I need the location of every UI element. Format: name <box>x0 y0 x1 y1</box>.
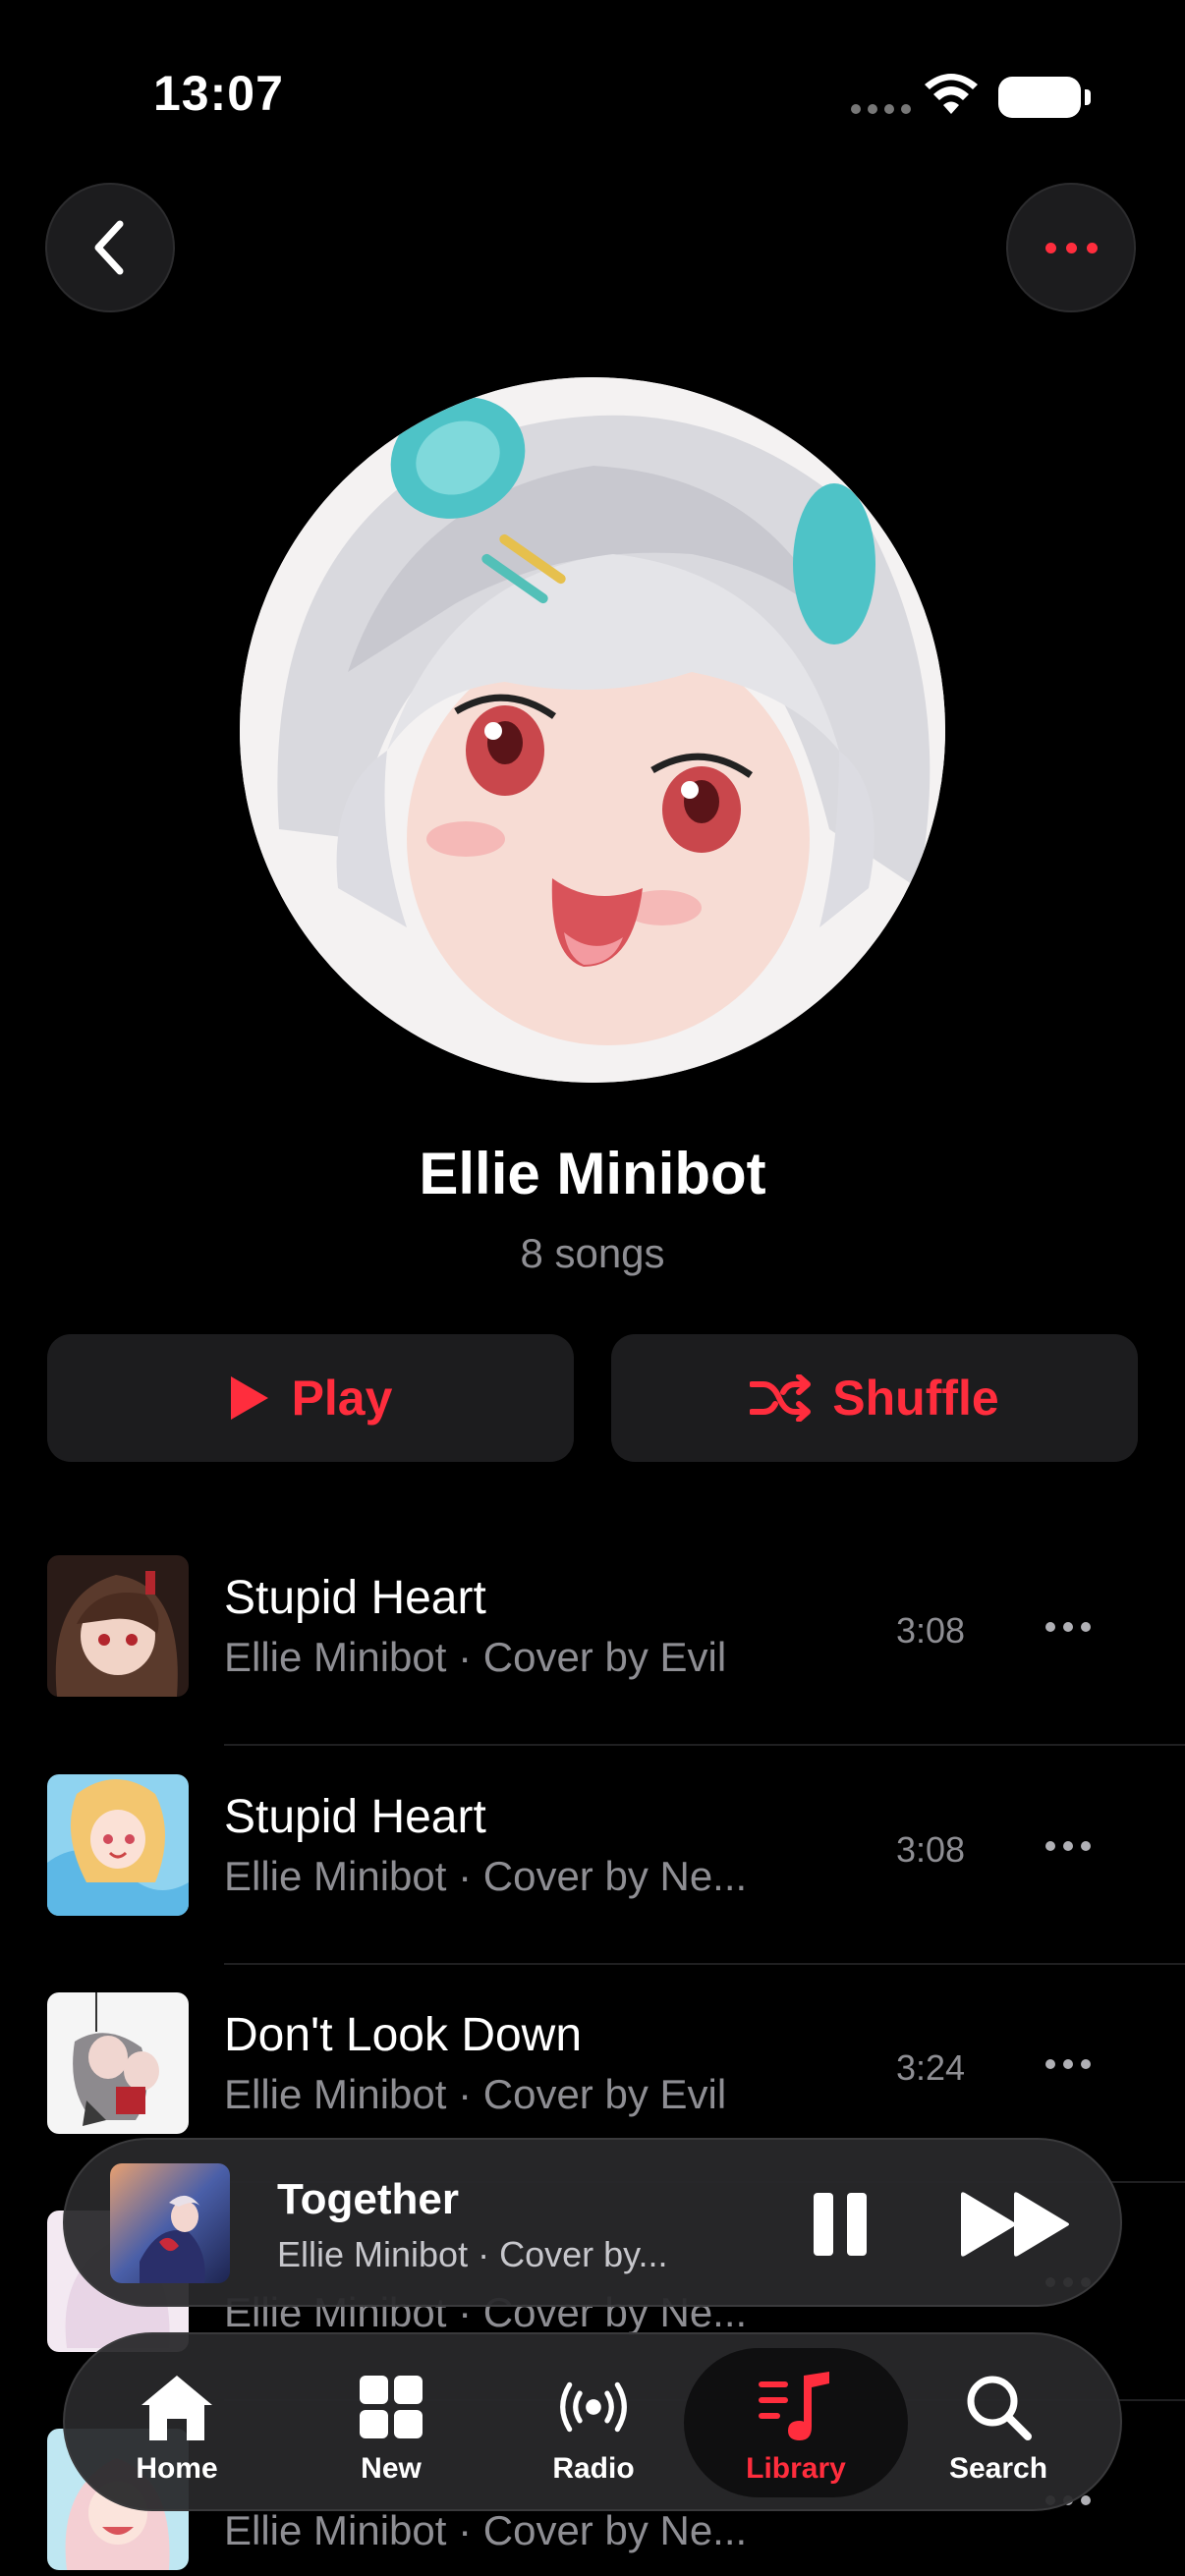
battery-icon <box>998 77 1091 118</box>
song-title: Stupid Heart <box>224 1572 486 1624</box>
tab-radio[interactable]: Radio <box>495 2348 692 2497</box>
song-more-button[interactable] <box>1045 1841 1091 1851</box>
status-bar: 13:07 <box>0 0 1185 187</box>
radio-icon <box>554 2372 633 2442</box>
home-icon <box>138 2372 216 2442</box>
now-playing-bar[interactable]: Together Ellie Minibot · Cover by... <box>63 2138 1122 2307</box>
more-options-button[interactable] <box>1006 183 1136 312</box>
play-button[interactable]: Play <box>47 1334 574 1462</box>
shuffle-button[interactable]: Shuffle <box>611 1334 1138 1462</box>
now-playing-subtitle: Ellie Minibot · Cover by... <box>277 2234 668 2274</box>
divider <box>224 1744 1185 1746</box>
chevron-left-icon <box>94 220 124 275</box>
tab-label: Radio <box>552 2452 635 2485</box>
search-icon <box>959 2372 1038 2442</box>
song-artwork <box>47 1774 189 1916</box>
song-duration: 3:08 <box>896 1829 966 1870</box>
tab-new[interactable]: New <box>293 2348 489 2497</box>
cellular-signal-icon <box>851 104 911 114</box>
grid-icon <box>352 2372 430 2442</box>
song-title: Stupid Heart <box>224 1791 486 1843</box>
pause-button[interactable] <box>804 2187 878 2262</box>
tab-library[interactable]: Library <box>684 2348 908 2497</box>
tab-home[interactable]: Home <box>79 2348 275 2497</box>
tab-label: New <box>361 2452 422 2485</box>
shuffle-icon <box>750 1374 812 1422</box>
tab-search[interactable]: Search <box>900 2348 1097 2497</box>
forward-button[interactable] <box>957 2189 1075 2260</box>
song-duration: 3:24 <box>896 2047 966 2088</box>
song-artwork <box>47 1555 189 1697</box>
shuffle-label: Shuffle <box>832 1371 999 1426</box>
song-count: 8 songs <box>520 1230 665 1276</box>
song-row[interactable]: Stupid Heart Ellie Minibot · Cover by Ne… <box>0 1747 1185 1965</box>
song-more-button[interactable] <box>1045 1622 1091 1632</box>
song-duration: 3:08 <box>896 1610 966 1651</box>
back-button[interactable] <box>45 183 175 312</box>
tab-label: Search <box>948 2452 1048 2485</box>
now-playing-title: Together <box>277 2175 459 2223</box>
status-time: 13:07 <box>153 66 284 121</box>
play-label: Play <box>291 1371 393 1426</box>
song-subtitle: Ellie Minibot · Cover by Ne... <box>224 1853 748 1899</box>
song-subtitle: Ellie Minibot · Cover by Evil <box>224 1634 727 1680</box>
artist-avatar <box>240 377 945 1083</box>
play-icon <box>230 1376 268 1420</box>
ellipsis-icon <box>1044 242 1098 253</box>
artist-name: Ellie Minibot <box>419 1141 766 1206</box>
song-row[interactable]: Stupid Heart Ellie Minibot · Cover by Ev… <box>0 1528 1185 1746</box>
song-artwork <box>47 1992 189 2134</box>
now-playing-artwork <box>110 2163 230 2283</box>
pause-icon <box>814 2193 833 2256</box>
music-note-icon <box>757 2372 835 2442</box>
tab-bar: Home New Radio Library Search <box>63 2332 1122 2511</box>
tab-label: Library <box>746 2452 846 2485</box>
song-subtitle: Ellie Minibot · Cover by Evil <box>224 2071 727 2117</box>
wifi-icon <box>925 74 978 114</box>
song-title: Don't Look Down <box>224 2009 583 2061</box>
song-subtitle: Ellie Minibot · Cover by Ne... <box>224 2507 748 2553</box>
tab-label: Home <box>136 2452 218 2485</box>
song-more-button[interactable] <box>1045 2059 1091 2069</box>
